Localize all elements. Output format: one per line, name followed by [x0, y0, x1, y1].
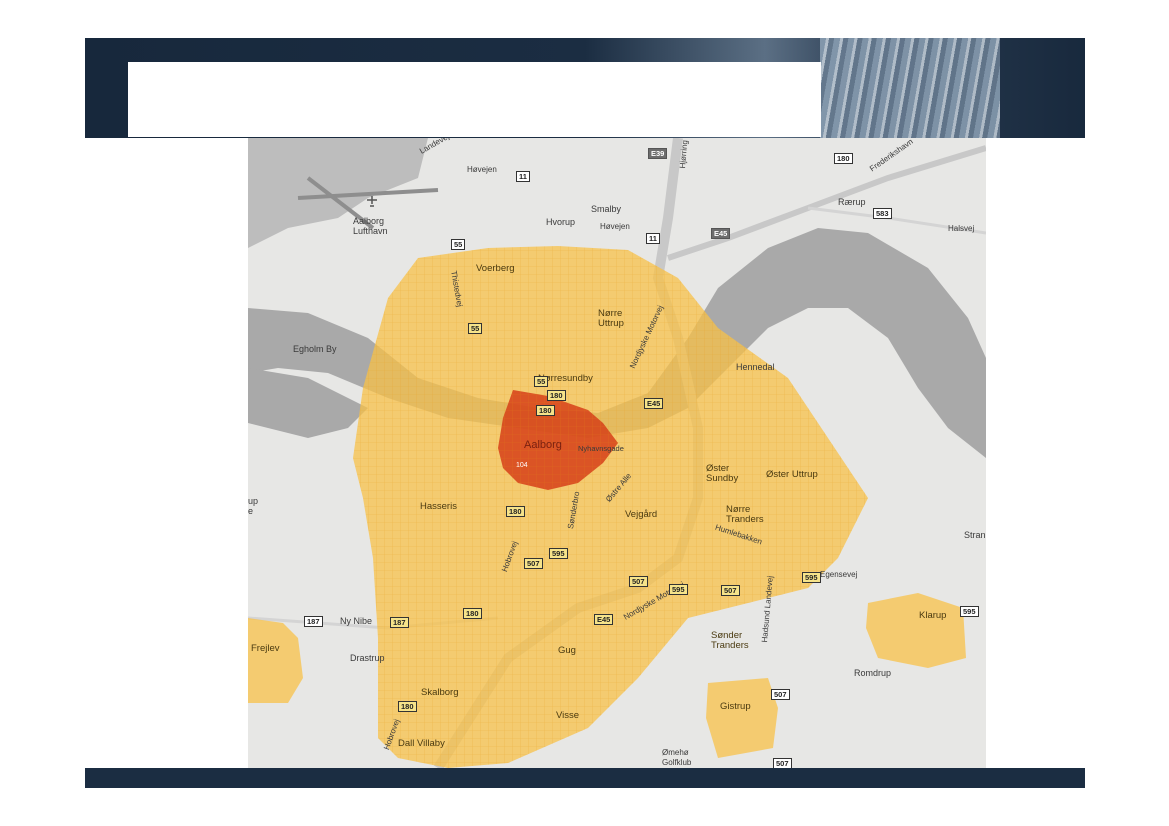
label-norre-uttrup: Nørre Uttrup [598, 308, 624, 329]
shield-180: 180 [536, 405, 555, 416]
label-frejlev: Frejlev [251, 643, 280, 654]
shield-595: 595 [549, 548, 568, 559]
shield-187: 187 [304, 616, 323, 627]
zone-gistrup [706, 678, 778, 758]
label-sonder-tranders: Sønder Tranders [711, 630, 749, 651]
slide-title-box [128, 62, 821, 137]
shield-11: 11 [646, 233, 660, 244]
shield-507: 507 [721, 585, 740, 596]
label-raerup: Rærup [838, 197, 866, 207]
label-oster-sundby: Øster Sundby [706, 463, 739, 484]
header-photo [820, 38, 1000, 138]
label-hasseris: Hasseris [420, 501, 457, 512]
label-gug: Gug [558, 645, 576, 656]
shield-55: 55 [451, 239, 466, 250]
label-skalborg: Skalborg [421, 687, 459, 698]
label-smalby: Smalby [591, 204, 622, 214]
shield-507: 507 [524, 558, 543, 569]
shield-55: 55 [534, 376, 549, 387]
shield-180: 180 [463, 608, 482, 619]
label-ny-nibe: Ny Nibe [340, 616, 373, 626]
label-drastrup: Drastrup [350, 653, 385, 663]
shield-180: 180 [506, 506, 525, 517]
footer-bar [85, 768, 1085, 788]
label-klarup: Klarup [919, 610, 947, 621]
shield-507: 507 [629, 576, 648, 587]
shield-e45: E45 [711, 228, 731, 239]
label-dall-villaby: Dall Villaby [398, 738, 445, 749]
zone-klarup [866, 593, 966, 668]
road-label-halsvej: Halsvej [948, 224, 975, 233]
road-label-hovejen-2: Høvejen [600, 222, 630, 231]
shield-507: 507 [771, 689, 790, 700]
label-voerberg: Voerberg [476, 263, 515, 274]
shield-104: 104 [516, 462, 528, 469]
shield-180: 180 [398, 701, 417, 712]
shield-187: 187 [390, 617, 409, 628]
shield-595: 595 [669, 584, 688, 595]
road-label-egensevej: Egensevej [820, 570, 858, 579]
label-omeho-golfklub: Ømehø Golfklub [662, 748, 692, 767]
shield-e45: E45 [594, 614, 614, 625]
shield-507: 507 [773, 758, 792, 768]
shield-583: 583 [873, 208, 892, 219]
label-visse: Visse [556, 710, 580, 721]
shield-e39: E39 [648, 148, 668, 159]
label-oster-uttrup: Øster Uttrup [766, 469, 818, 480]
label-gistrup: Gistrup [720, 701, 751, 712]
shield-180: 180 [834, 153, 853, 164]
label-norre-tranders: Nørre Tranders [726, 504, 764, 525]
label-hennedal: Hennedal [736, 362, 775, 372]
shield-595: 595 [802, 572, 821, 583]
road-label-hovejen: Høvejen [467, 165, 497, 174]
label-hvorup: Hvorup [546, 217, 576, 227]
shield-e45: E45 [644, 398, 664, 409]
label-up-edge: up e [248, 496, 259, 516]
map[interactable]: Aalborg Lufthavn Smalby Hvorup Voerberg … [248, 138, 986, 768]
shield-180: 180 [547, 390, 566, 401]
label-vejgard: Vejgård [625, 509, 658, 520]
shield-55: 55 [468, 323, 483, 334]
label-romdrup: Romdrup [854, 668, 892, 678]
road-label-nyhavnsgade: Nyhavnsgade [578, 444, 624, 453]
label-egholm-by: Egholm By [293, 344, 337, 354]
label-stran-edge: Stran [964, 530, 986, 540]
shield-595: 595 [960, 606, 979, 617]
label-aalborg-lufthavn: Aalborg Lufthavn [353, 216, 388, 236]
label-aalborg: Aalborg [524, 439, 562, 451]
zone-frejlev [248, 618, 303, 703]
shield-11: 11 [516, 171, 530, 182]
